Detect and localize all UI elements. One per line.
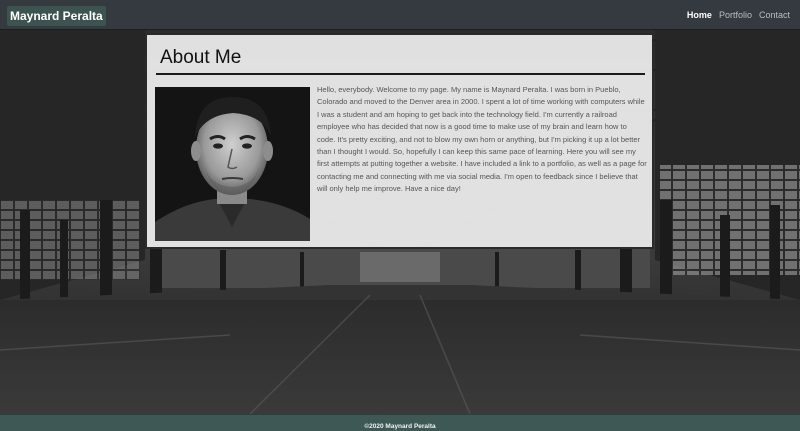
- page-title: About Me: [160, 47, 242, 68]
- page: Maynard Peralta Home Portfolio Contact A…: [0, 0, 800, 431]
- navbar: Maynard Peralta Home Portfolio Contact: [0, 0, 800, 30]
- brand-link[interactable]: Maynard Peralta: [7, 6, 106, 26]
- footer: ©2020 Maynard Peralta: [0, 414, 800, 431]
- about-card: About Me Hello, everybody. Welcome to my…: [145, 33, 654, 249]
- bio-text: Hello, everybody. Welcome to my page. My…: [317, 85, 647, 194]
- footer-copyright: ©2020 Maynard Peralta: [364, 423, 436, 430]
- profile-photo: [155, 87, 310, 241]
- nav-link-home[interactable]: Home: [687, 10, 712, 20]
- nav-link-contact[interactable]: Contact: [759, 10, 790, 20]
- nav-links: Home Portfolio Contact: [687, 0, 790, 30]
- title-divider: [156, 73, 645, 75]
- nav-link-portfolio[interactable]: Portfolio: [719, 10, 752, 20]
